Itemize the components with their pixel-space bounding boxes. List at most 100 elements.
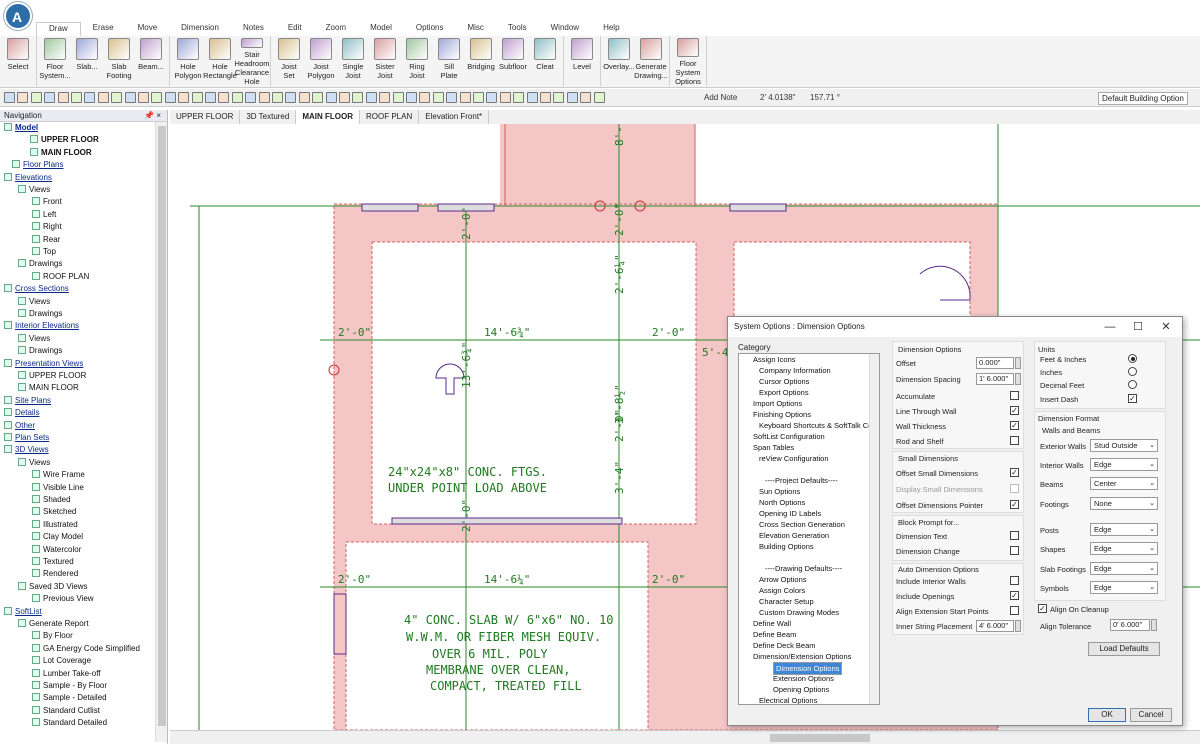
nav-item[interactable]: SoftList [4, 606, 42, 618]
document-tab[interactable]: Elevation Front* [419, 110, 490, 124]
feet-inches-radio[interactable] [1128, 354, 1137, 363]
toolbar-tool-icon[interactable] [352, 92, 364, 103]
nav-item[interactable]: Views [18, 296, 50, 308]
category-item[interactable]: Cross Section Generation [759, 519, 845, 530]
align-cleanup-checkbox[interactable]: ✓ [1038, 604, 1047, 613]
menu-tab-move[interactable]: Move [126, 22, 170, 36]
nav-item[interactable]: Cross Sections [4, 283, 69, 295]
toolbar-tool-icon[interactable] [593, 92, 605, 103]
toolbar-tool-icon[interactable] [392, 92, 404, 103]
nav-item[interactable]: Elevations [4, 172, 52, 184]
drawing-note[interactable]: W.W.M. OR FIBER MESH EQUIV. [406, 630, 601, 644]
inner-string-spinner[interactable] [1015, 620, 1021, 632]
category-item[interactable]: Assign Colors [759, 585, 805, 596]
category-item[interactable]: Sun Options [759, 486, 800, 497]
generate-drawing-button[interactable]: Generate Drawing... [634, 36, 668, 86]
category-item[interactable]: ----Project Defaults---- [765, 475, 838, 486]
line-through-wall-checkbox[interactable]: ✓ [1010, 406, 1019, 415]
offset-pointer-checkbox[interactable]: ✓ [1010, 500, 1019, 509]
nav-item[interactable]: Interior Elevations [4, 320, 79, 332]
nav-item[interactable]: Textured [32, 556, 74, 568]
shapes-select[interactable]: Edge ⌄ [1090, 542, 1158, 555]
nav-item[interactable]: Watercolor [32, 544, 81, 556]
beam-button[interactable]: Beam... [135, 36, 167, 86]
nav-item[interactable]: Clay Model [32, 531, 83, 543]
menu-tab-tools[interactable]: Tools [496, 22, 539, 36]
toolbar-tool-icon[interactable] [218, 92, 230, 103]
level-button[interactable]: Level [566, 36, 598, 86]
drawing-note[interactable]: MEMBRANE OVER CLEAN, [426, 663, 571, 677]
navigation-scrollbar[interactable] [155, 122, 167, 742]
category-item[interactable]: Cursor Options [759, 376, 809, 387]
nav-item[interactable]: UPPER FLOOR [18, 370, 86, 382]
category-item[interactable]: Assign Icons [753, 354, 796, 365]
category-item[interactable]: Span Tables [753, 442, 794, 453]
toolbar-tool-icon[interactable] [138, 92, 149, 103]
beams-select[interactable]: Center ⌄ [1090, 477, 1158, 490]
toolbar-tool-icon[interactable] [285, 92, 297, 103]
pin-close-icon[interactable]: 📌 × [144, 111, 161, 120]
category-item[interactable]: Export Options [759, 387, 809, 398]
symbols-select[interactable]: Edge ⌄ [1090, 581, 1158, 594]
slab-footing-button[interactable]: Slab Footing [103, 36, 135, 86]
maximize-icon[interactable]: ☐ [1128, 319, 1148, 335]
toolbar-tool-icon[interactable] [57, 92, 69, 103]
hole-polygon-button[interactable]: Hole Polygon [172, 36, 204, 86]
category-item[interactable]: Company Information [759, 365, 831, 376]
category-item[interactable]: Electrical Options [759, 695, 817, 704]
toolbar-tool-icon[interactable] [151, 92, 163, 103]
toolbar-tool-icon[interactable] [205, 92, 216, 103]
toolbar-tool-icon[interactable] [272, 92, 283, 103]
include-openings-checkbox[interactable]: ✓ [1010, 591, 1019, 600]
sister-joist-button[interactable]: Sister Joist [369, 36, 401, 86]
document-tab[interactable]: ROOF PLAN [360, 110, 420, 124]
category-item[interactable]: Opening ID Labels [759, 508, 821, 519]
nav-item[interactable]: Drawings [18, 308, 62, 320]
offset-input[interactable]: 0.000" [976, 357, 1014, 369]
menu-tab-window[interactable]: Window [539, 22, 591, 36]
stair-headroom-clearance-hole-button[interactable]: Stair Headroom Clearance Hole [235, 36, 270, 86]
category-item[interactable]: ----Drawing Defaults---- [765, 563, 842, 574]
footings-select[interactable]: None ⌄ [1090, 497, 1158, 510]
building-option-select[interactable]: Default Building Option [1098, 92, 1188, 105]
toolbar-tool-icon[interactable] [432, 92, 444, 103]
toolbar-tool-icon[interactable] [191, 92, 203, 103]
drawing-note[interactable]: 24"x24"x8" CONC. FTGS. [388, 465, 547, 479]
sill-plate-button[interactable]: Sill Plate [433, 36, 465, 86]
include-interior-walls-checkbox[interactable] [1010, 576, 1019, 585]
dimension-text-checkbox[interactable] [1010, 531, 1019, 540]
offset-small-checkbox[interactable]: ✓ [1010, 468, 1019, 477]
nav-item[interactable]: Views [18, 333, 50, 345]
joist-set-button[interactable]: Joist Set [273, 36, 305, 86]
toolbar-tool-icon[interactable] [97, 92, 109, 103]
rod-and-shelf-checkbox[interactable] [1010, 436, 1019, 445]
nav-item[interactable]: Standard Detailed [32, 717, 107, 729]
nav-item[interactable]: ROOF PLAN [32, 271, 89, 283]
toolbar-tool-icon[interactable] [44, 92, 56, 103]
toolbar-tool-icon[interactable] [553, 92, 565, 103]
nav-item[interactable]: Drawings [18, 258, 62, 270]
dimension-spacing-input[interactable]: 1' 6.000" [976, 373, 1014, 385]
menu-tab-options[interactable]: Options [404, 22, 456, 36]
nav-item[interactable]: Shaded [32, 494, 71, 506]
close-icon[interactable]: ✕ [1156, 319, 1176, 335]
nav-item[interactable]: UPPER FLOOR [30, 134, 99, 146]
add-note-label[interactable]: Add Note [704, 93, 737, 102]
nav-item[interactable]: MAIN FLOOR [30, 147, 92, 159]
joist-polygon-button[interactable]: Joist Polygon [305, 36, 337, 86]
toolbar-tool-icon[interactable] [513, 92, 525, 103]
document-tab[interactable]: MAIN FLOOR [296, 110, 361, 124]
inches-radio[interactable] [1128, 367, 1137, 376]
category-scrollbar[interactable] [869, 354, 879, 704]
category-item[interactable]: Opening Options [773, 684, 829, 695]
minimize-icon[interactable]: — [1100, 319, 1120, 335]
load-defaults-button[interactable]: Load Defaults [1088, 642, 1160, 656]
nav-item[interactable]: Views [18, 457, 50, 469]
wall-thickness-checkbox[interactable]: ✓ [1010, 421, 1019, 430]
drawing-note[interactable]: COMPACT, TREATED FILL [430, 679, 582, 693]
nav-item[interactable]: Right [32, 221, 62, 233]
drawing-note[interactable]: OVER 6 MIL. POLY [432, 647, 548, 661]
toolbar-tool-icon[interactable] [580, 92, 592, 103]
menu-tab-zoom[interactable]: Zoom [314, 22, 358, 36]
nav-item[interactable]: Visible Line [32, 482, 84, 494]
